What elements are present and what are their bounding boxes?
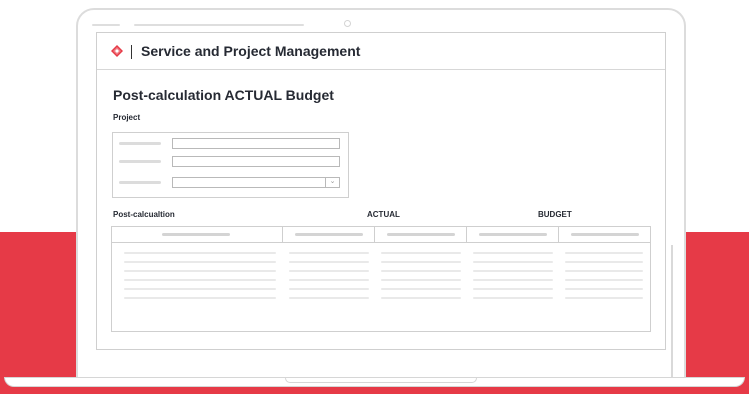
header-placeholder [295, 233, 363, 236]
laptop-base-notch [285, 378, 477, 383]
budget-column-label: BUDGET [538, 210, 572, 219]
project-section-label: Project [113, 113, 141, 122]
project-field-1[interactable] [172, 138, 340, 149]
actual-column-label: ACTUAL [367, 210, 400, 219]
calculation-table [111, 226, 651, 332]
table-cell-placeholder [289, 270, 369, 272]
app-window: Service and Project Management Post-calc… [96, 32, 673, 381]
project-field-2[interactable] [172, 156, 340, 167]
page-title: Post-calculation ACTUAL Budget [113, 87, 334, 103]
table-cell-placeholder [381, 288, 461, 290]
table-cell-placeholder [565, 279, 643, 281]
table-cell-placeholder [124, 270, 276, 272]
field-label-placeholder [119, 181, 161, 184]
table-cell-placeholder [289, 279, 369, 281]
table-header [112, 227, 650, 243]
table-cell-placeholder [289, 252, 369, 254]
table-cell-placeholder [473, 288, 553, 290]
table-cell-placeholder [381, 270, 461, 272]
table-cell-placeholder [565, 288, 643, 290]
project-form: ⌄ [112, 132, 349, 198]
lid-decoration-line [92, 24, 120, 26]
marketing-illustration: Service and Project Management Post-calc… [0, 0, 749, 394]
project-select[interactable]: ⌄ [172, 177, 340, 188]
table-cell-placeholder [473, 252, 553, 254]
table-cell-placeholder [473, 261, 553, 263]
header-placeholder [387, 233, 455, 236]
table-cell-placeholder [381, 279, 461, 281]
table-cell-placeholder [565, 270, 643, 272]
table-header-cell[interactable] [112, 227, 283, 242]
app-header: Service and Project Management [97, 33, 665, 70]
table-cell-placeholder [124, 279, 276, 281]
diamond-logo-icon [111, 45, 123, 57]
lid-decoration-line [134, 24, 304, 26]
table-cell-placeholder [124, 261, 276, 263]
table-cell-placeholder [565, 261, 643, 263]
header-placeholder [571, 233, 639, 236]
table-cell-placeholder [473, 297, 553, 299]
table-header-cell[interactable] [559, 227, 650, 242]
field-label-placeholder [119, 160, 161, 163]
header-placeholder [162, 233, 230, 236]
table-cell-placeholder [289, 297, 369, 299]
table-cell-placeholder [473, 270, 553, 272]
table-cell-placeholder [124, 252, 276, 254]
table-cell-placeholder [565, 297, 643, 299]
laptop-base [4, 377, 745, 387]
table-cell-placeholder [289, 288, 369, 290]
app-title: Service and Project Management [141, 43, 361, 59]
chevron-down-icon[interactable]: ⌄ [325, 177, 339, 188]
table-cell-placeholder [381, 297, 461, 299]
table-cell-placeholder [289, 261, 369, 263]
scrollbar[interactable] [671, 245, 673, 381]
header-placeholder [479, 233, 547, 236]
table-header-cell[interactable] [283, 227, 375, 242]
table-header-cell[interactable] [375, 227, 467, 242]
table-cell-placeholder [124, 297, 276, 299]
table-cell-placeholder [381, 261, 461, 263]
header-divider [131, 45, 132, 59]
post-calculation-label: Post-calcualtion [113, 210, 175, 219]
camera-icon [344, 20, 351, 27]
field-label-placeholder [119, 142, 161, 145]
table-cell-placeholder [124, 288, 276, 290]
table-header-cell[interactable] [467, 227, 559, 242]
table-cell-placeholder [473, 279, 553, 281]
table-cell-placeholder [565, 252, 643, 254]
table-cell-placeholder [381, 252, 461, 254]
